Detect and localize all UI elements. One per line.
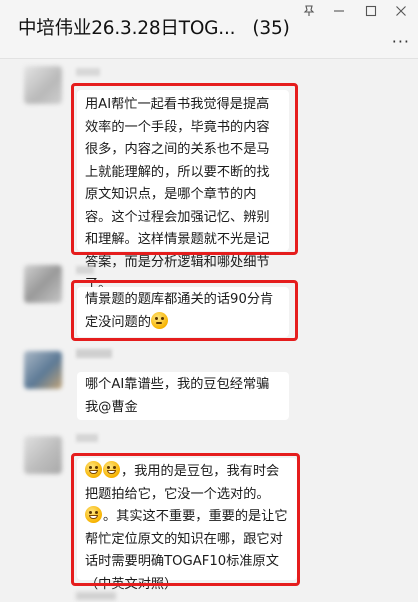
close-icon[interactable] [390,2,412,20]
minimize-icon[interactable] [328,2,350,20]
grinning-face-emoji [85,506,102,523]
avatar[interactable] [24,351,62,389]
maximize-icon[interactable] [360,2,382,20]
message-text: 哪个AI靠谱些，我的豆包经常骗我@曹金 [85,377,270,415]
message-bubble[interactable]: 用AI帮忙一起看书我觉得是提高效率的一个手段，毕竟书的内容很多，内容之间的关系也… [77,90,289,292]
message-text: 用AI帮忙一起看书我觉得是提高效率的一个手段，毕竟书的内容很多，内容之间的关系也… [85,97,270,292]
sender-name [76,349,112,358]
message-text: ，我用的是豆包，我有时会把题拍给它，它没一个选对的。 。其实这不重要，重要的是让… [85,461,289,596]
sender-name [76,266,94,274]
thinking-face-emoji [150,311,168,329]
message-bubble[interactable]: 哪个AI靠谱些，我的豆包经常骗我@曹金 [77,372,289,420]
member-count: (35) [252,18,290,39]
avatar[interactable] [24,66,62,104]
avatar[interactable] [24,436,62,474]
message-text: 情景题的题库都通关的话90分肯定没问题的 [85,292,274,330]
grinning-face-emoji [85,461,102,478]
grinning-face-emoji [103,461,120,478]
chat-title: 中培伟业26.3.28日TOG... (35) [18,18,290,39]
pin-icon[interactable] [298,2,320,20]
more-icon[interactable]: ··· [392,32,410,51]
sender-name [76,434,98,442]
avatar[interactable] [24,265,62,303]
sender-name [76,68,100,76]
message-bubble[interactable]: ，我用的是豆包，我有时会把题拍给它，它没一个选对的。 。其实这不重要，重要的是让… [77,458,297,592]
next-message-placeholder [76,592,116,600]
title-bar: 中培伟业26.3.28日TOG... (35) ··· [0,0,418,59]
message-bubble[interactable]: 情景题的题库都通关的话90分肯定没问题的 [77,287,289,337]
